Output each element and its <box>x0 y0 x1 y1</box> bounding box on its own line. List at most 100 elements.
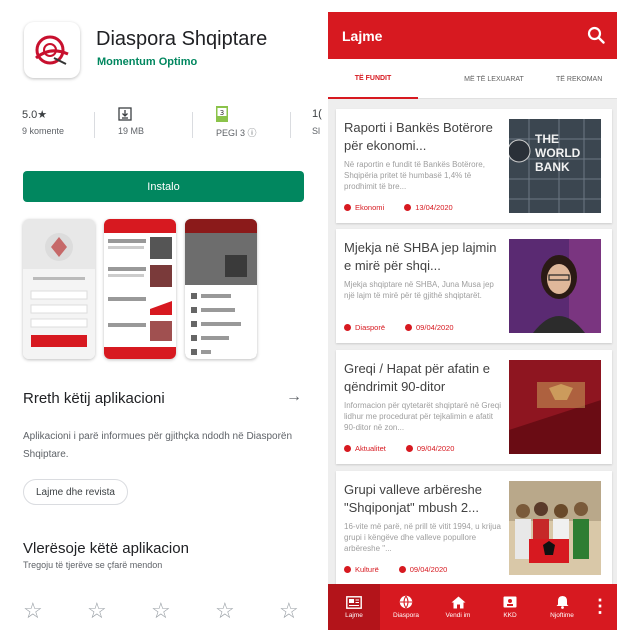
article-category: Ekonomi <box>355 203 385 212</box>
id-card-icon <box>503 596 517 608</box>
svg-text:THE: THE <box>535 132 559 146</box>
category-chip[interactable]: Lajme dhe revista <box>23 479 128 505</box>
article-thumbnail <box>509 239 601 333</box>
clock-icon <box>404 204 412 211</box>
app-name: Diaspora Shqiptare <box>96 28 268 50</box>
size-stat: 19 MB <box>118 106 188 136</box>
pegi-icon: 3 <box>216 106 286 122</box>
article-summary: Mjekja shqiptare në SHBA, Juna Musa jep … <box>344 280 494 300</box>
pegi-stat[interactable]: 3 PEGI 3 ⓘ <box>216 106 286 139</box>
nav-kkd-label: KKD <box>503 612 517 619</box>
category-dot-icon <box>344 445 351 452</box>
search-icon[interactable] <box>587 26 605 44</box>
install-button[interactable]: Instalo <box>23 171 304 202</box>
nav-diaspora[interactable]: Diaspora <box>380 584 432 630</box>
nav-news-label: Lajme <box>345 611 363 619</box>
rate-subtitle: Tregoju të tjerëve se çfarë mendon <box>23 560 163 570</box>
article-card[interactable]: Mjekja në SHBA jep lajmin e mirë për shq… <box>336 229 612 343</box>
star-icon[interactable]: ☆ <box>279 598 299 624</box>
size-value: 19 MB <box>118 126 145 136</box>
article-meta: Ekonomi 13/04/2020 <box>344 203 453 212</box>
nav-notifications-label: Njoftime <box>550 612 574 619</box>
tab-bar: TË FUNDIT MË TË LEXUARAT TË REKOMAN <box>328 59 617 99</box>
screenshots-carousel[interactable] <box>23 219 323 359</box>
download-icon <box>118 106 188 122</box>
article-card[interactable]: Raporti i Bankës Botërore për ekonomi...… <box>336 109 612 223</box>
app-bar-title: Lajme <box>342 27 383 44</box>
globe-icon <box>399 595 413 609</box>
bottom-navigation: Lajme Diaspora Vendi im KKD Njoftime ⋮ <box>328 584 617 630</box>
article-title: Mjekja në SHBA jep lajmin e mirë për shq… <box>344 240 497 273</box>
divider <box>290 112 291 138</box>
article-title: Greqi / Hapat për afatin e qëndrimit 90-… <box>344 361 490 394</box>
article-card[interactable]: Grupi valleve arbëreshe "Shqiponjat" mbu… <box>336 471 612 585</box>
rating-value: 5.0★ <box>22 108 48 121</box>
article-date: 13/04/2020 <box>415 203 453 212</box>
home-icon <box>451 596 465 608</box>
category-dot-icon <box>344 324 351 331</box>
clock-icon <box>405 445 413 452</box>
article-date: 09/04/2020 <box>416 444 455 453</box>
divider <box>192 112 193 138</box>
category-dot-icon <box>344 566 351 573</box>
star-icon[interactable]: ☆ <box>87 598 107 624</box>
developer-link[interactable]: Momentum Optimo <box>97 56 197 68</box>
pegi-value: PEGI 3 ⓘ <box>216 128 257 138</box>
article-meta: Kulturë 09/04/2020 <box>344 565 447 574</box>
rating-stars: ☆ ☆ ☆ ☆ ☆ <box>23 598 313 624</box>
star-icon[interactable]: ☆ <box>215 598 235 624</box>
article-thumbnail <box>509 481 601 575</box>
screenshot-1[interactable] <box>23 219 95 359</box>
article-category: Aktualitet <box>355 444 386 453</box>
about-title[interactable]: Rreth këtij aplikacioni <box>23 390 165 407</box>
more-vert-icon[interactable]: ⋮ <box>591 596 609 616</box>
nav-homeland[interactable]: Vendi im <box>432 584 484 630</box>
article-thumbnail <box>509 360 601 454</box>
news-app-screen: Lajme TË FUNDIT MË TË LEXUARAT TË REKOMA… <box>328 12 617 630</box>
tab-latest[interactable]: TË FUNDIT <box>328 59 418 99</box>
article-category: Kulturë <box>355 565 379 574</box>
arrow-right-icon[interactable]: → <box>286 388 302 406</box>
nav-news[interactable]: Lajme <box>328 584 380 630</box>
article-title: Raporti i Bankës Botërore për ekonomi... <box>344 120 493 153</box>
newspaper-icon <box>346 595 362 609</box>
article-title: Grupi valleve arbëreshe "Shqiponjat" mbu… <box>344 482 483 515</box>
screenshot-2[interactable] <box>104 219 176 359</box>
svg-text:BANK: BANK <box>535 160 570 174</box>
article-meta: Aktualitet 09/04/2020 <box>344 444 454 453</box>
nav-kkd[interactable]: KKD <box>484 584 536 630</box>
rate-title: Vlerësoje këtë aplikacion <box>23 540 189 557</box>
svg-text:3: 3 <box>220 109 224 117</box>
nav-homeland-label: Vendi im <box>445 611 471 619</box>
star-icon[interactable]: ☆ <box>151 598 171 624</box>
category-dot-icon <box>344 204 351 211</box>
reviews-count: 9 komente <box>22 126 65 136</box>
article-date: 09/04/2020 <box>416 323 454 332</box>
tab-most-read[interactable]: MË TË LEXUARAT <box>444 59 544 99</box>
divider <box>94 112 95 138</box>
article-category: Diasporë <box>355 323 386 332</box>
svg-text:WORLD: WORLD <box>535 146 581 160</box>
about-description: Aplikacioni i parë informues për gjithçk… <box>23 431 293 460</box>
play-store-listing: Diaspora Shqiptare Momentum Optimo 5.0★ … <box>0 0 322 638</box>
clock-icon <box>405 324 413 331</box>
article-summary: Në raportin e fundit të Bankës Botërore,… <box>344 160 485 191</box>
nav-diaspora-label: Diaspora <box>392 612 419 619</box>
article-date: 09/04/2020 <box>409 565 448 574</box>
clock-icon <box>398 566 406 573</box>
article-summary: 16-vite më parë, në prill të vitit 1994,… <box>344 522 501 553</box>
tab-recommended[interactable]: TË REKOMAN <box>556 59 617 99</box>
article-meta: Diasporë 09/04/2020 <box>344 323 454 332</box>
article-summary: Informacion për qytetarët shqiptarë në G… <box>344 401 501 432</box>
star-icon[interactable]: ☆ <box>23 598 43 624</box>
article-thumbnail: THE WORLD BANK <box>509 119 601 213</box>
screenshot-3[interactable] <box>185 219 257 359</box>
app-logo <box>24 22 80 78</box>
nav-notifications[interactable]: Njoftime <box>536 584 588 630</box>
article-card[interactable]: Greqi / Hapat për afatin e qëndrimit 90-… <box>336 350 612 464</box>
bell-icon <box>556 596 568 609</box>
app-bar: Lajme <box>328 12 617 59</box>
stats-row: 5.0★ 9 komente 19 MB 3 PEGI 3 ⓘ 1( Sl <box>22 106 322 146</box>
app-logo-icon <box>35 35 69 65</box>
rating-stat[interactable]: 5.0★ 9 komente <box>22 106 92 137</box>
